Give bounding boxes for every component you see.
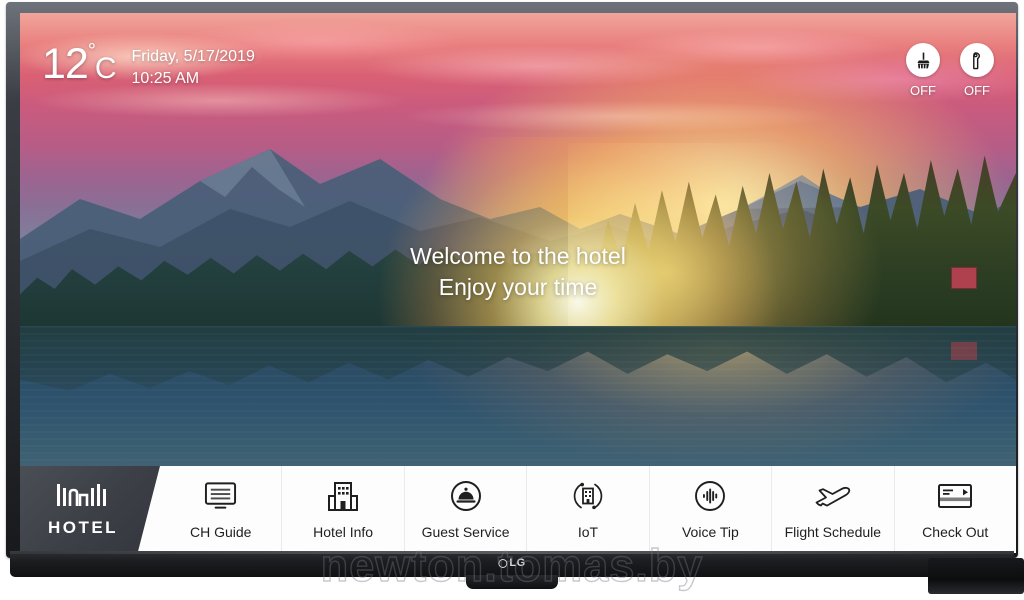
hotel-logo-glyph-icon (56, 482, 110, 508)
hotel-building-glyph-icon (327, 481, 359, 512)
screen-content: 12°C Friday, 5/17/2019 10:25 AM (20, 13, 1016, 553)
do-not-disturb-button[interactable] (960, 43, 994, 77)
lg-ring-icon (498, 559, 507, 568)
status-icons-group: OFF OFF (906, 43, 994, 98)
iot-glyph-icon (572, 480, 604, 512)
lg-logo-text: LG (509, 557, 525, 569)
nav-item-iot[interactable]: IoT (527, 466, 649, 553)
tv-stand (466, 575, 558, 589)
service-bell-icon (450, 479, 482, 513)
tv-channel-list-icon (204, 479, 237, 513)
hotel-building-icon (327, 479, 359, 513)
temperature-display: 12°C (42, 43, 116, 86)
nav-item-voice-tip[interactable]: Voice Tip (650, 466, 772, 553)
do-not-disturb-status-label: OFF (964, 83, 990, 98)
hotel-logo-text: HOTEL (48, 518, 118, 538)
key-card-icon (937, 479, 973, 513)
nav-label-ch-guide: CH Guide (190, 524, 251, 540)
current-date: Friday, 5/17/2019 (132, 46, 255, 68)
nav-item-flight-schedule[interactable]: Flight Schedule (772, 466, 894, 553)
voice-waveform-icon (694, 479, 726, 513)
nav-label-flight-schedule: Flight Schedule (785, 524, 882, 540)
do-not-disturb-status[interactable]: OFF (960, 43, 994, 98)
current-time: 10:25 AM (132, 68, 255, 90)
tv-channel-list-glyph-icon (204, 481, 237, 511)
tv-device-frame: 12°C Friday, 5/17/2019 10:25 AM (0, 0, 1024, 600)
service-bell-glyph-icon (450, 480, 482, 512)
iot-connected-building-icon (572, 479, 604, 513)
nav-item-hotel-info[interactable]: Hotel Info (282, 466, 404, 553)
do-not-disturb-door-hanger-icon (968, 51, 987, 70)
bottom-navigation-bar: HOTEL (20, 466, 1016, 553)
tv-panel: 12°C Friday, 5/17/2019 10:25 AM (20, 13, 1016, 553)
hotel-building-mark-icon (56, 482, 110, 513)
housekeeping-broom-icon (914, 51, 933, 70)
nav-label-guest-service: Guest Service (422, 524, 510, 540)
lg-brand-logo: LG (498, 557, 525, 569)
housekeeping-status-label: OFF (910, 83, 936, 98)
nav-item-guest-service[interactable]: Guest Service (405, 466, 527, 553)
nav-label-voice-tip: Voice Tip (682, 524, 739, 540)
degree-symbol: ° (88, 40, 95, 62)
hotel-logo-panel: HOTEL (20, 466, 160, 553)
welcome-line-2: Enjoy your time (20, 272, 1016, 303)
weather-clock-widget: 12°C Friday, 5/17/2019 10:25 AM (42, 43, 255, 89)
housekeeping-status[interactable]: OFF (906, 43, 940, 98)
welcome-line-1: Welcome to the hotel (20, 241, 1016, 272)
temperature-value: 12 (42, 40, 88, 88)
tv-bezel: 12°C Friday, 5/17/2019 10:25 AM (6, 2, 1018, 558)
temperature-unit: C (95, 52, 116, 85)
nav-item-ch-guide[interactable]: CH Guide (160, 466, 282, 553)
key-card-glyph-icon (937, 483, 973, 509)
navigation-items: CH Guide (160, 466, 1016, 553)
tv-stand-right-block (928, 558, 1024, 594)
welcome-message: Welcome to the hotel Enjoy your time (20, 241, 1016, 302)
voice-waveform-glyph-icon (694, 480, 726, 512)
nav-label-check-out: Check Out (922, 524, 988, 540)
nav-label-iot: IoT (578, 524, 598, 540)
airplane-icon (813, 479, 853, 513)
date-time-block: Friday, 5/17/2019 10:25 AM (132, 43, 255, 89)
housekeeping-button[interactable] (906, 43, 940, 77)
nav-label-hotel-info: Hotel Info (313, 524, 373, 540)
airplane-glyph-icon (813, 481, 853, 511)
nav-item-check-out[interactable]: Check Out (895, 466, 1016, 553)
